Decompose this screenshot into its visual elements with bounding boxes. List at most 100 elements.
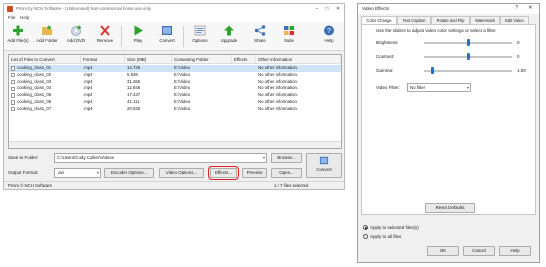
file-size: 20.926 <box>127 105 141 111</box>
column-header-info[interactable]: Other Information <box>256 55 341 64</box>
help-label: Help <box>324 38 334 43</box>
file-folder: E:\Video <box>174 99 191 104</box>
chevron-down-icon[interactable]: ▾ <box>97 169 99 177</box>
suite-label: Suite <box>283 38 294 43</box>
table-row[interactable]: cooking_class_04 .mp4 12.848 E:\Video No… <box>9 85 341 92</box>
table-row[interactable]: cooking_class_07 .mp4 20.926 E:\Video No… <box>9 106 341 113</box>
column-header-files[interactable]: List of Files to Convert <box>9 55 81 64</box>
brightness-value: 0 <box>517 40 520 45</box>
upgrade-label: Upgrade <box>220 38 238 43</box>
help-question-icon[interactable]: ? <box>515 5 518 11</box>
file-list[interactable]: List of Files to Convert Format Size (MB… <box>8 54 342 149</box>
horizontal-scrollbar[interactable] <box>9 141 341 148</box>
file-size: 41.111 <box>127 99 140 104</box>
video-file-icon <box>11 100 15 105</box>
video-options-button[interactable]: Video Options... <box>159 168 204 178</box>
add-files-button[interactable]: Add File(s) <box>5 23 31 50</box>
contrast-value: 0 <box>517 54 520 59</box>
file-folder: E:\Video <box>174 92 191 98</box>
menu-file[interactable]: File <box>8 15 15 20</box>
prism-logo-icon <box>7 6 13 12</box>
upgrade-button[interactable]: Upgrade <box>216 23 242 50</box>
minimize-icon[interactable]: – <box>312 5 322 13</box>
gamma-slider-track[interactable] <box>424 70 512 72</box>
table-row[interactable]: cooking_class_03 .mp4 31.266 E:\Video No… <box>9 79 341 86</box>
chevron-down-icon[interactable]: ▾ <box>467 84 469 91</box>
file-format: .mp4 <box>83 105 93 111</box>
share-button[interactable]: Share <box>247 23 273 50</box>
prism-main-window: Prism by NCH Software - (Unlicensed) Non… <box>3 3 345 190</box>
output-format-select[interactable]: .avi ▾ <box>54 168 101 178</box>
table-row[interactable]: cooking_class_05 .mp4 17.437 E:\Video No… <box>9 92 341 99</box>
gamma-slider-thumb[interactable] <box>431 67 435 74</box>
column-header-folder[interactable]: Containing Folder <box>172 55 232 64</box>
video-filter-select[interactable]: No filter ▾ <box>407 83 471 92</box>
table-row[interactable]: cooking_class_06 .mp4 41.111 E:\Video No… <box>9 99 341 106</box>
cancel-button[interactable]: Cancel <box>463 246 495 256</box>
convert-icon <box>162 26 172 35</box>
menu-bar: File Help <box>4 14 344 22</box>
add-dvd-button[interactable]: Add DVD <box>63 23 89 50</box>
play-button[interactable]: Play <box>125 23 151 50</box>
add-folder-label: Add Folder <box>36 38 58 43</box>
reset-defaults-button[interactable]: Reset Defaults <box>425 203 475 213</box>
file-format: .mp4 <box>83 85 93 91</box>
apply-all-label: Apply to all files <box>370 234 402 239</box>
convert-toolbar-label: Convert <box>159 38 175 43</box>
dialog-close-icon[interactable]: ✕ <box>528 5 533 11</box>
help-icon: ? <box>324 25 334 36</box>
convert-icon <box>319 156 329 165</box>
add-folder-button[interactable]: Add Folder <box>34 23 60 50</box>
help-button[interactable]: ? Help <box>316 23 342 50</box>
save-folder-value: C:\Users\Cody Colker\Videos <box>57 155 115 160</box>
options-button[interactable]: Options <box>187 23 213 50</box>
apply-selected-label: Apply to selected files(s) <box>370 225 419 230</box>
apply-selected-radio[interactable] <box>363 225 368 230</box>
column-header-effects[interactable]: Effects <box>232 55 256 64</box>
encoder-options-button[interactable]: Encoder Options... <box>104 168 154 178</box>
dialog-title: Video Effects <box>362 6 389 11</box>
video-file-icon <box>11 93 15 98</box>
convert-toolbar-button[interactable]: Convert <box>154 23 180 50</box>
convert-button-label: Convert <box>316 167 332 172</box>
file-folder: E:\Video <box>174 78 191 84</box>
browse-button[interactable]: Browse... <box>271 153 302 163</box>
status-bar: Prism © NCH Software 1 / 7 files selecte… <box>4 181 344 189</box>
remove-button[interactable]: Remove <box>92 23 118 50</box>
chevron-down-icon[interactable]: ▾ <box>263 154 265 162</box>
file-format: .mp4 <box>83 99 93 104</box>
close-icon[interactable]: ✕ <box>333 5 343 13</box>
video-filter-value: No filter <box>410 85 426 90</box>
apply-all-radio[interactable] <box>363 234 368 239</box>
dialog-help-button[interactable]: Help <box>499 246 531 256</box>
save-folder-input[interactable]: C:\Users\Cody Colker\Videos ▾ <box>54 153 267 163</box>
add-dvd-icon <box>71 25 81 36</box>
ok-button[interactable]: OK <box>427 246 459 256</box>
contrast-label: Contrast: <box>376 54 395 59</box>
preview-button[interactable]: Preview <box>242 168 267 178</box>
file-name: cooking_class_07 <box>17 105 52 111</box>
contrast-slider-thumb[interactable] <box>466 53 470 60</box>
file-format: .mp4 <box>83 78 93 84</box>
file-folder: E:\Video <box>174 65 191 70</box>
toolbar: Add File(s) Add Folder Add DVD Remove Pl… <box>4 22 344 51</box>
menu-help[interactable]: Help <box>20 15 29 20</box>
open-button[interactable]: Open... <box>271 168 302 178</box>
file-size: 14.726 <box>127 65 141 70</box>
status-selection-count: 1 / 7 files selected <box>274 183 309 188</box>
convert-button[interactable]: Convert <box>306 153 342 178</box>
table-row[interactable]: cooking_class_01 .mp4 14.726 E:\Video No… <box>9 65 341 72</box>
share-icon <box>254 25 266 36</box>
output-format-label: Output Format: <box>8 170 39 175</box>
column-header-format[interactable]: Format <box>81 55 125 64</box>
table-row[interactable]: cooking_class_02 .mp4 5.848 E:\Video No … <box>9 72 341 79</box>
video-file-icon <box>11 86 15 91</box>
suite-button[interactable]: Suite <box>276 23 302 50</box>
file-info: No other information. <box>258 105 299 111</box>
column-header-size[interactable]: Size (MB) <box>125 55 172 64</box>
gamma-label: Gamma: <box>376 68 394 73</box>
maximize-icon[interactable]: □ <box>322 5 332 13</box>
file-size: 5.848 <box>127 71 138 77</box>
brightness-slider-thumb[interactable] <box>466 39 470 46</box>
gamma-value: 1.00 <box>517 68 526 73</box>
